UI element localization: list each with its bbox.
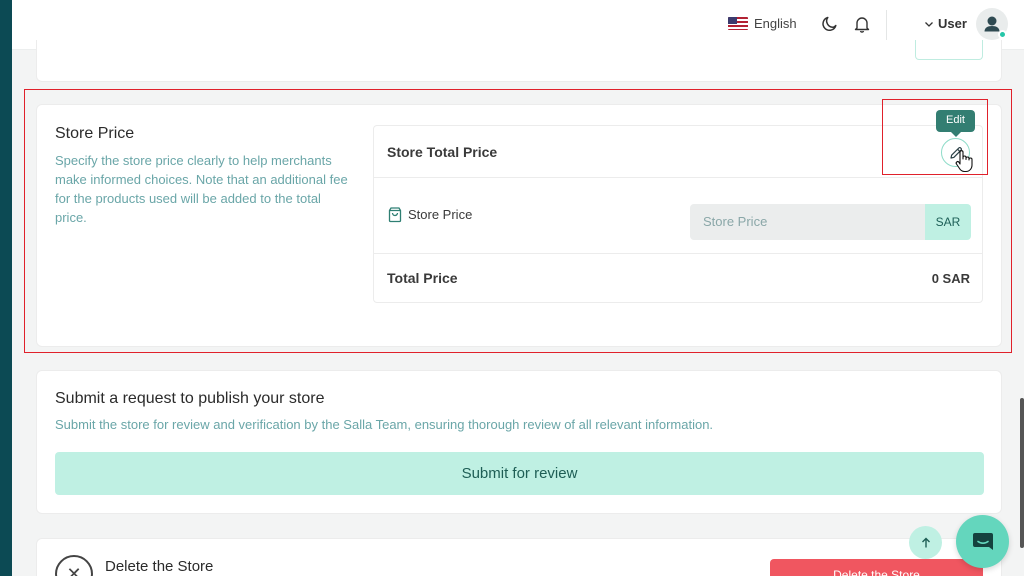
bell-icon[interactable] — [852, 14, 872, 34]
moon-icon[interactable] — [820, 14, 840, 34]
highlight-box-section — [24, 89, 1012, 353]
language-switcher[interactable]: English — [728, 16, 797, 31]
previous-section-button[interactable] — [915, 40, 983, 60]
arrow-up-icon — [921, 537, 930, 547]
topbar-divider — [886, 10, 887, 40]
submit-description: Submit the store for review and verifica… — [55, 417, 714, 432]
delete-store-button[interactable]: Delete the Store — [770, 559, 983, 576]
submit-title: Submit a request to publish your store — [55, 390, 325, 407]
delete-store-title: Delete the Store — [105, 558, 214, 575]
user-label: User — [938, 16, 967, 31]
user-menu[interactable]: User — [924, 16, 967, 31]
chevron-down-icon — [925, 21, 933, 27]
hand-cursor-icon — [955, 150, 973, 173]
sidebar-rail — [0, 0, 12, 576]
previous-section-card — [36, 40, 1002, 82]
us-flag-icon — [728, 17, 748, 30]
page-scrollbar[interactable] — [1020, 398, 1024, 548]
edit-tooltip: Edit — [936, 110, 975, 137]
language-label: English — [754, 16, 797, 31]
submit-request-card: Submit a request to publish your store S… — [36, 370, 1002, 514]
close-circle-icon: ✕ — [55, 555, 93, 576]
chat-button[interactable] — [956, 515, 1009, 568]
scroll-to-top-button[interactable] — [909, 526, 942, 559]
chat-icon — [972, 532, 993, 550]
delete-store-card: ✕ Delete the Store Delete the Store — [36, 538, 1002, 576]
submit-for-review-button[interactable]: Submit for review — [55, 452, 984, 495]
online-status-dot — [998, 30, 1007, 39]
